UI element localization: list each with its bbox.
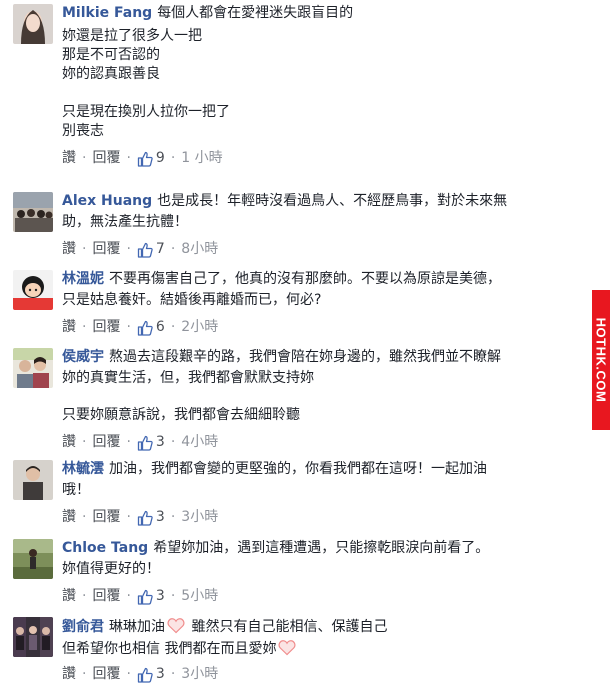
thumbs-up-icon[interactable] xyxy=(137,589,153,605)
commenter-name[interactable]: 侯威宇 xyxy=(62,349,104,365)
timestamp[interactable]: 1 小時 xyxy=(181,149,222,168)
thumbs-up-icon[interactable] xyxy=(137,242,153,258)
like-link[interactable]: 讚 xyxy=(62,240,76,259)
reply-link[interactable]: 回覆 xyxy=(92,149,120,168)
like-count[interactable]: 3 xyxy=(156,665,165,684)
comment-actions: 讚 · 回覆 · 9 · 1 小時 xyxy=(62,149,223,168)
timestamp[interactable]: 4小時 xyxy=(181,433,218,452)
comment-actions: 讚 · 回覆 · 3 · 5小時 xyxy=(62,587,219,606)
avatar[interactable] xyxy=(13,270,53,310)
avatar[interactable] xyxy=(13,348,53,388)
avatar[interactable] xyxy=(13,460,53,500)
comment-body: Chloe Tang 希望妳加油，遇到這種遭遇，只能擦乾眼淚向前看了。 妳值得更好… xyxy=(62,539,582,606)
timestamp[interactable]: 8小時 xyxy=(181,240,218,259)
reply-link[interactable]: 回覆 xyxy=(92,240,120,259)
reply-link[interactable]: 回覆 xyxy=(92,318,120,337)
comment-text: 雖然只有自己能相信、保護自己 xyxy=(187,619,388,635)
like-count[interactable]: 7 xyxy=(156,240,165,259)
comment-text: 不要再傷害自己了，他真的沒有那麼帥。不要以為原諒是美德， xyxy=(109,271,501,287)
comment-body: 侯威宇 熬過去這段艱辛的路，我們會陪在妳身邊的，雖然我們並不瞭解 妳的真實生活，但… xyxy=(62,348,582,452)
comment-actions: 讚 · 回覆 · 6 · 2小時 xyxy=(62,318,219,337)
comment-body: Alex Huang 也是成長！年輕時沒看過鳥人、不經歷鳥事，對於未來無 助，無法… xyxy=(62,192,582,259)
comment-body: 林毓澐 加油，我們都會變的更堅強的，你看我們都在這呀！一起加油 哦！ 讚 · 回覆… xyxy=(62,460,582,527)
thumbs-up-icon[interactable] xyxy=(137,667,153,683)
like-link[interactable]: 讚 xyxy=(62,665,76,684)
watermark-text: HOTHK.COM xyxy=(593,317,609,403)
timestamp[interactable]: 5小時 xyxy=(181,587,218,606)
comment-text: 但希望你也相信 我們都在而且愛妳 xyxy=(62,641,277,657)
commenter-name[interactable]: 林溫妮 xyxy=(62,271,104,287)
like-link[interactable]: 讚 xyxy=(62,508,76,527)
comment-actions: 讚 · 回覆 · 3 · 4小時 xyxy=(62,433,219,452)
like-link[interactable]: 讚 xyxy=(62,433,76,452)
comment-text: 每個人都會在愛裡迷失跟盲目的 xyxy=(157,5,354,21)
thumbs-up-icon[interactable] xyxy=(137,320,153,336)
comment-text: 妳還是拉了很多人一把 xyxy=(62,28,202,44)
reply-link[interactable]: 回覆 xyxy=(92,665,120,684)
avatar[interactable] xyxy=(13,4,53,44)
reply-link[interactable]: 回覆 xyxy=(92,508,120,527)
commenter-name[interactable]: Milkie Fang xyxy=(62,5,152,21)
avatar[interactable] xyxy=(13,192,53,232)
heart-emoji-icon xyxy=(278,639,297,656)
comment-text: 琳琳加油 xyxy=(109,619,165,635)
comment-text: 妳值得更好的！ xyxy=(62,561,160,577)
comment-text: 希望妳加油，遇到這種遭遇，只能擦乾眼淚向前看了。 xyxy=(153,540,490,556)
comment-text: 哦！ xyxy=(62,482,90,498)
like-count[interactable]: 3 xyxy=(156,587,165,606)
comment-text: 熬過去這段艱辛的路，我們會陪在妳身邊的，雖然我們並不瞭解 xyxy=(109,349,501,365)
like-link[interactable]: 讚 xyxy=(62,587,76,606)
commenter-name[interactable]: Chloe Tang xyxy=(62,540,148,556)
comment-text: 妳的認真跟善良 xyxy=(62,66,160,82)
comment-text: 只是姑息養奸。結婚後再離婚而已，何必? xyxy=(62,292,322,308)
thumbs-up-icon[interactable] xyxy=(137,510,153,526)
reply-link[interactable]: 回覆 xyxy=(92,587,120,606)
commenter-name[interactable]: Alex Huang xyxy=(62,193,152,209)
thumbs-up-icon[interactable] xyxy=(137,435,153,451)
comment-text: 只是現在換別人拉你一把了 xyxy=(62,104,230,120)
heart-emoji-icon xyxy=(167,617,185,634)
commenter-name[interactable]: 林毓澐 xyxy=(62,461,104,477)
like-count[interactable]: 3 xyxy=(156,433,165,452)
timestamp[interactable]: 3小時 xyxy=(181,665,218,684)
comment-text: 別喪志 xyxy=(62,123,104,139)
like-count[interactable]: 3 xyxy=(156,508,165,527)
comment-text: 妳的真實生活，但，我們都會默默支持妳 xyxy=(62,370,314,386)
avatar[interactable] xyxy=(13,617,53,657)
thumbs-up-icon[interactable] xyxy=(137,151,153,167)
reply-link[interactable]: 回覆 xyxy=(92,433,120,452)
like-link[interactable]: 讚 xyxy=(62,318,76,337)
timestamp[interactable]: 2小時 xyxy=(181,318,218,337)
like-count[interactable]: 9 xyxy=(156,149,165,168)
like-count[interactable]: 6 xyxy=(156,318,165,337)
like-link[interactable]: 讚 xyxy=(62,149,76,168)
comment-text: 也是成長！年輕時沒看過鳥人、不經歷鳥事，對於未來無 xyxy=(157,193,508,209)
comment-body: 林溫妮 不要再傷害自己了，他真的沒有那麼帥。不要以為原諒是美德， 只是姑息養奸。結… xyxy=(62,270,582,337)
timestamp[interactable]: 3小時 xyxy=(181,508,218,527)
comment-text: 只要妳願意訴說，我們都會去細細聆聽 xyxy=(62,407,300,423)
comment-actions: 讚 · 回覆 · 7 · 8小時 xyxy=(62,240,219,259)
comment-actions: 讚 · 回覆 · 3 · 3小時 xyxy=(62,665,219,684)
comment-body: 劉俞君 琳琳加油 雖然只有自己能相信、保護自己 但希望你也相信 我們都在而且愛妳 … xyxy=(62,617,582,684)
comment-body: Milkie Fang 每個人都會在愛裡迷失跟盲目的 妳還是拉了很多人一把 那是不… xyxy=(62,4,582,168)
comment-text: 加油，我們都會變的更堅強的，你看我們都在這呀！一起加油 xyxy=(109,461,487,477)
comment-text: 那是不可否認的 xyxy=(62,47,160,63)
comment-text: 助，無法產生抗體！ xyxy=(62,214,188,230)
comment-actions: 讚 · 回覆 · 3 · 3小時 xyxy=(62,508,219,527)
avatar[interactable] xyxy=(13,539,53,579)
commenter-name[interactable]: 劉俞君 xyxy=(62,619,104,635)
watermark: HOTHK.COM xyxy=(592,290,610,430)
